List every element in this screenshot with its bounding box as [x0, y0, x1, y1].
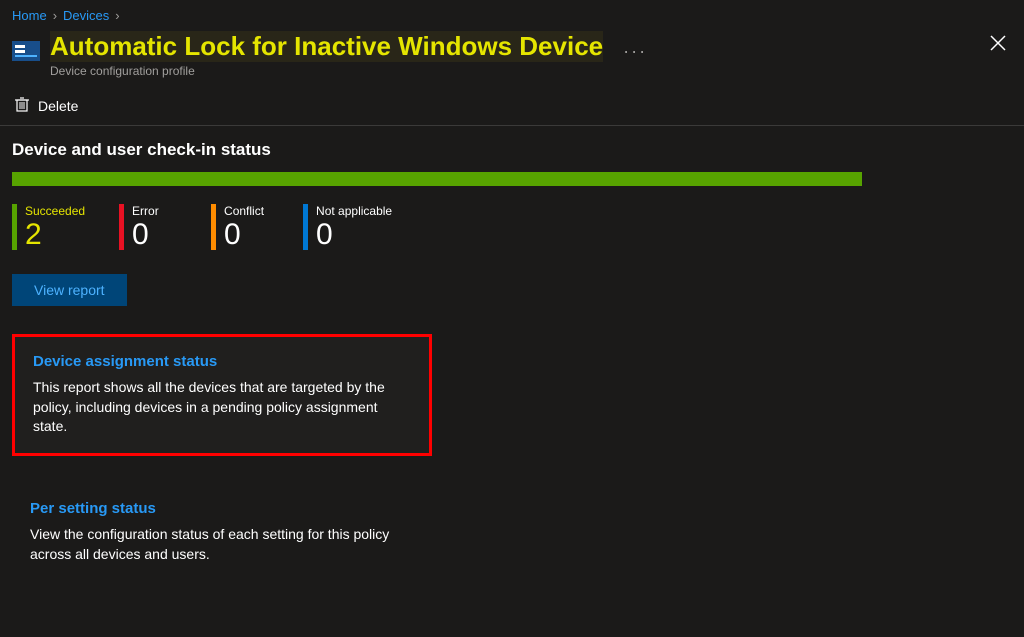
- delete-icon[interactable]: [14, 96, 30, 115]
- close-icon[interactable]: [990, 35, 1006, 56]
- stat-label: Error: [132, 204, 177, 218]
- stat-label: Not applicable: [316, 204, 392, 218]
- view-report-button[interactable]: View report: [12, 274, 127, 306]
- more-icon[interactable]: ···: [623, 41, 647, 62]
- stat-value: 2: [25, 220, 85, 250]
- stat-label: Succeeded: [25, 204, 85, 218]
- stat-value: 0: [316, 220, 392, 250]
- breadcrumb-devices[interactable]: Devices: [63, 8, 109, 23]
- stat-value: 0: [224, 220, 269, 250]
- breadcrumb: Home › Devices ›: [0, 0, 1024, 27]
- card-title: Device assignment status: [33, 353, 411, 370]
- stat-succeeded: Succeeded 2: [12, 204, 85, 250]
- stat-not-applicable: Not applicable 0: [303, 204, 392, 250]
- stat-error: Error 0: [119, 204, 177, 250]
- section-title: Device and user check-in status: [0, 126, 1024, 172]
- page-subtitle: Device configuration profile: [50, 64, 603, 78]
- status-stats: Succeeded 2 Error 0 Conflict 0 Not appli…: [0, 186, 1024, 258]
- chevron-right-icon: ›: [115, 8, 119, 23]
- command-bar: Delete: [0, 88, 1024, 126]
- report-cards: Device assignment status This report sho…: [0, 306, 1024, 580]
- stat-label: Conflict: [224, 204, 269, 218]
- breadcrumb-home[interactable]: Home: [12, 8, 47, 23]
- page-title: Automatic Lock for Inactive Windows Devi…: [50, 31, 603, 62]
- stat-value: 0: [132, 220, 177, 250]
- per-setting-card[interactable]: Per setting status View the configuratio…: [12, 484, 432, 580]
- status-progress-bar: [12, 172, 862, 186]
- card-description: View the configuration status of each se…: [30, 525, 414, 564]
- profile-icon: [12, 37, 40, 65]
- stat-conflict: Conflict 0: [211, 204, 269, 250]
- card-description: This report shows all the devices that a…: [33, 378, 411, 437]
- page-header: Automatic Lock for Inactive Windows Devi…: [0, 27, 1024, 88]
- chevron-right-icon: ›: [53, 8, 57, 23]
- delete-button[interactable]: Delete: [38, 98, 78, 114]
- device-assignment-card[interactable]: Device assignment status This report sho…: [12, 334, 432, 456]
- card-title: Per setting status: [30, 500, 414, 517]
